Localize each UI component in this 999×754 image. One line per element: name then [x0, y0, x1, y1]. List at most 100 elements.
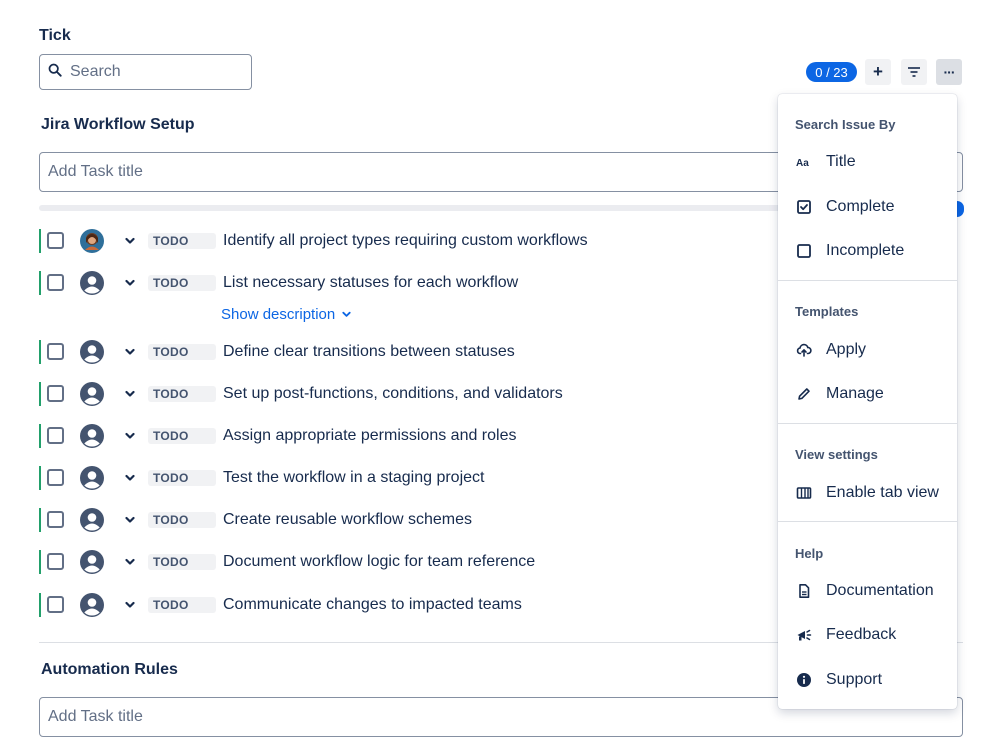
task-checkbox[interactable] [47, 427, 64, 444]
status-lozenge[interactable]: TODO [148, 554, 216, 570]
expand-chevron-icon[interactable] [123, 429, 137, 443]
assignee-avatar[interactable] [80, 382, 104, 406]
status-lozenge[interactable]: TODO [148, 275, 216, 291]
menu-item-manage[interactable]: Manage [778, 374, 957, 414]
task-title[interactable]: Create reusable workflow schemes [223, 511, 472, 529]
menu-item-label: Support [826, 671, 883, 688]
task-row[interactable]: TODO Set up post-functions, conditions, a… [39, 379, 779, 409]
menu-item-documentation[interactable]: Documentation [778, 571, 957, 611]
task-row[interactable]: TODO Assign appropriate permissions and r… [39, 421, 779, 451]
cloud-upload-icon [796, 342, 812, 358]
expand-chevron-icon[interactable] [123, 555, 137, 569]
expand-chevron-icon[interactable] [123, 387, 137, 401]
expand-chevron-icon[interactable] [123, 598, 137, 612]
assignee-avatar[interactable] [80, 593, 104, 617]
menu-item-label: Feedback [826, 626, 897, 643]
menu-divider [778, 423, 957, 424]
task-checkbox[interactable] [47, 553, 64, 570]
task-checkbox[interactable] [47, 274, 64, 291]
expand-chevron-icon[interactable] [123, 345, 137, 359]
task-title[interactable]: Define clear transitions between statuse… [223, 343, 515, 361]
task-checkbox[interactable] [47, 596, 64, 613]
megaphone-icon [796, 627, 812, 643]
search-field[interactable] [39, 54, 252, 90]
menu-group-title: Templates [795, 304, 859, 319]
menu-item-feedback[interactable]: Feedback [778, 615, 957, 655]
task-checkbox[interactable] [47, 385, 64, 402]
menu-group-title: View settings [795, 447, 878, 462]
more-options-menu: Search Issue By Aa Title Complete Incomplete… [778, 94, 957, 709]
status-lozenge[interactable]: TODO [148, 428, 216, 444]
task-row[interactable]: TODO Create reusable workflow schemes [39, 505, 779, 535]
menu-divider [778, 280, 957, 281]
task-checkbox[interactable] [47, 232, 64, 249]
menu-item-apply[interactable]: Apply [778, 330, 957, 370]
assignee-avatar[interactable] [80, 550, 104, 574]
task-row[interactable]: TODO Document workflow logic for team ref… [39, 547, 779, 577]
show-description-link[interactable]: Show description [221, 306, 352, 323]
completed-counter-badge: 0 / 23 [806, 62, 857, 82]
menu-item-support[interactable]: Support [778, 660, 957, 700]
chevron-down-icon [342, 311, 351, 317]
expand-chevron-icon[interactable] [123, 276, 137, 290]
task-row-indicator [39, 340, 41, 364]
task-row-indicator [39, 466, 41, 490]
task-title[interactable]: Communicate changes to impacted teams [223, 596, 522, 614]
text-case-icon: Aa [796, 154, 812, 170]
menu-item-title[interactable]: Aa Title [778, 142, 957, 182]
menu-item-label: Manage [826, 385, 884, 402]
task-row-indicator [39, 229, 41, 253]
menu-item-label: Title [826, 153, 856, 170]
assignee-avatar[interactable] [80, 466, 104, 490]
status-lozenge[interactable]: TODO [148, 597, 216, 613]
section-title-workflow-setup: Jira Workflow Setup [41, 116, 195, 133]
checkbox-checked-icon [796, 199, 812, 215]
assignee-avatar[interactable] [80, 271, 104, 295]
task-checkbox[interactable] [47, 511, 64, 528]
status-lozenge[interactable]: TODO [148, 233, 216, 249]
menu-item-label: Enable tab view [826, 484, 939, 501]
add-button[interactable]: + [865, 59, 891, 85]
status-lozenge[interactable]: TODO [148, 344, 216, 360]
task-checkbox[interactable] [47, 343, 64, 360]
task-checkbox[interactable] [47, 469, 64, 486]
task-row[interactable]: TODO Communicate changes to impacted team… [39, 590, 779, 620]
show-description-label: Show description [221, 306, 336, 323]
task-row[interactable]: TODO Identify all project types requiring… [39, 226, 779, 256]
assignee-avatar[interactable] [80, 424, 104, 448]
assignee-avatar[interactable] [80, 229, 104, 253]
status-lozenge[interactable]: TODO [148, 386, 216, 402]
expand-chevron-icon[interactable] [123, 234, 137, 248]
task-row-indicator [39, 382, 41, 406]
task-row-indicator [39, 550, 41, 574]
assignee-avatar[interactable] [80, 508, 104, 532]
task-title[interactable]: List necessary statuses for each workflo… [223, 274, 518, 292]
task-row[interactable]: TODO List necessary statuses for each wor… [39, 268, 779, 298]
task-row[interactable]: TODO Test the workflow in a staging proje… [39, 463, 779, 493]
assignee-avatar[interactable] [80, 340, 104, 364]
menu-item-enable-tab-view[interactable]: Enable tab view [778, 473, 957, 513]
status-lozenge[interactable]: TODO [148, 512, 216, 528]
filter-button[interactable] [901, 59, 927, 85]
task-title[interactable]: Document workflow logic for team referen… [223, 553, 535, 571]
menu-item-complete[interactable]: Complete [778, 187, 957, 227]
pencil-icon [796, 386, 812, 402]
more-options-button[interactable]: ··· [936, 59, 962, 85]
task-title[interactable]: Test the workflow in a staging project [223, 469, 484, 487]
task-title[interactable]: Assign appropriate permissions and roles [223, 427, 516, 445]
menu-item-incomplete[interactable]: Incomplete [778, 231, 957, 271]
task-title[interactable]: Identify all project types requiring cus… [223, 232, 588, 250]
task-title[interactable]: Set up post-functions, conditions, and v… [223, 385, 563, 403]
task-row-indicator [39, 593, 41, 617]
filter-icon [908, 67, 920, 77]
expand-chevron-icon[interactable] [123, 513, 137, 527]
menu-item-label: Complete [826, 198, 895, 215]
section-title-automation-rules: Automation Rules [41, 661, 178, 678]
checkbox-empty-icon [796, 243, 812, 259]
info-icon [796, 672, 812, 688]
expand-chevron-icon[interactable] [123, 471, 137, 485]
search-input[interactable] [70, 63, 230, 81]
task-row[interactable]: TODO Define clear transitions between sta… [39, 337, 779, 367]
status-lozenge[interactable]: TODO [148, 470, 216, 486]
menu-item-label: Documentation [826, 582, 934, 599]
